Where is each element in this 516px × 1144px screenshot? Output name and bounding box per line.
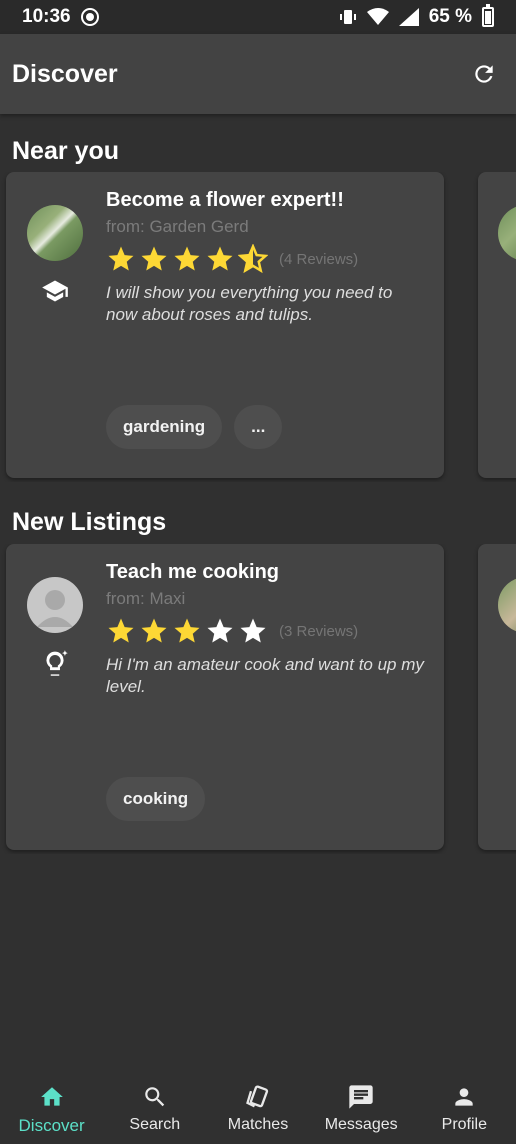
star-icon	[141, 618, 167, 643]
nav-label: Discover	[18, 1116, 85, 1135]
near-you-carousel[interactable]: Become a flower expert!! from: Garden Ge…	[0, 172, 516, 482]
wifi-icon	[366, 8, 389, 25]
nav-profile[interactable]: Profile	[413, 1064, 516, 1134]
page-title: Discover	[12, 59, 118, 88]
app-bar: Discover	[0, 34, 516, 114]
nav-label: Search	[129, 1116, 181, 1133]
nav-label: Profile	[441, 1116, 488, 1133]
listing-card[interactable]: Become a flower expert!! from: Garden Ge…	[6, 172, 444, 478]
avatar	[27, 205, 83, 261]
review-count: (4 Reviews)	[279, 250, 359, 268]
signal-icon	[398, 8, 419, 26]
battery-icon	[482, 4, 494, 27]
new-listings-carousel[interactable]: Teach me cooking from: Maxi (3 Reviews) …	[0, 544, 516, 854]
rating: (3 Reviews)	[106, 616, 358, 646]
status-bar: 10:36 65 %	[0, 0, 516, 34]
star-icon	[108, 618, 134, 643]
star-icon	[207, 246, 233, 271]
message-icon	[346, 1082, 376, 1112]
star-icon	[174, 246, 200, 271]
search-icon	[140, 1082, 170, 1112]
home-icon	[37, 1082, 67, 1112]
tag-chip[interactable]: gardening	[106, 405, 223, 449]
nav-label: Messages	[324, 1116, 398, 1133]
listing-title: Become a flower expert!!	[106, 189, 344, 211]
more-tags-chip[interactable]: ...	[234, 405, 283, 449]
listing-card-next[interactable]	[478, 172, 516, 478]
section-title-new-listings: New Listings	[12, 508, 167, 536]
star-empty-icon	[240, 618, 266, 643]
avatar	[498, 577, 516, 633]
recording-icon	[80, 8, 99, 26]
tag-list: gardening ...	[106, 405, 283, 449]
nav-discover[interactable]: Discover	[0, 1064, 103, 1136]
person-icon	[449, 1082, 479, 1112]
refresh-button[interactable]	[468, 58, 500, 90]
star-empty-icon	[207, 618, 233, 643]
lightbulb-icon	[38, 646, 72, 680]
listing-author: from: Maxi	[106, 589, 186, 608]
listing-description: Hi I'm an amateur cook and want to up my…	[106, 655, 424, 696]
section-title-near-you: Near you	[12, 137, 119, 165]
star-icon	[141, 246, 167, 271]
rating: (4 Reviews)	[106, 244, 358, 274]
bottom-navigation: Discover Search Matches Messages Profile	[0, 1064, 516, 1144]
review-count: (3 Reviews)	[279, 622, 359, 640]
listing-card-next[interactable]	[478, 544, 516, 850]
listing-title: Teach me cooking	[106, 561, 280, 583]
nav-search[interactable]: Search	[103, 1064, 206, 1134]
tag-list: cooking	[106, 777, 206, 821]
nav-matches[interactable]: Matches	[206, 1064, 309, 1134]
listing-author: from: Garden Gerd	[106, 217, 249, 236]
star-half-icon	[238, 244, 268, 274]
star-icon	[174, 618, 200, 643]
star-icon	[108, 246, 134, 271]
avatar	[27, 577, 83, 633]
listing-card[interactable]: Teach me cooking from: Maxi (3 Reviews) …	[6, 544, 444, 850]
nav-messages[interactable]: Messages	[310, 1064, 413, 1134]
graduation-cap-icon	[38, 274, 72, 308]
status-time: 10:36	[22, 6, 71, 27]
tag-chip[interactable]: cooking	[106, 777, 206, 821]
nav-label: Matches	[227, 1116, 289, 1133]
listing-description: I will show you everything you need to n…	[106, 283, 393, 324]
vibrate-icon	[339, 10, 356, 24]
refresh-icon	[475, 65, 493, 83]
avatar	[498, 205, 516, 261]
battery-percent: 65 %	[428, 6, 472, 27]
cards-icon	[243, 1082, 273, 1112]
